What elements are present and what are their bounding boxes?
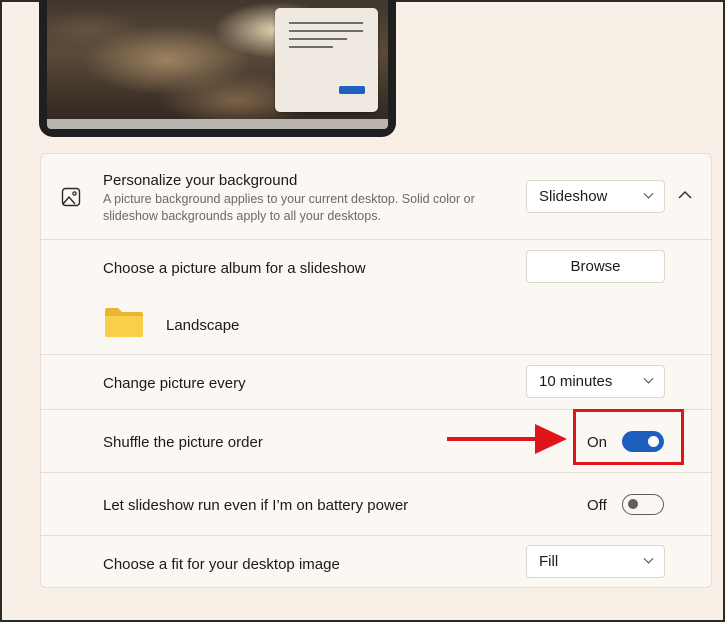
fit-row: Choose a fit for your desktop image Fill (41, 535, 711, 589)
background-type-dropdown[interactable]: Slideshow (526, 180, 665, 213)
chevron-up-icon[interactable] (677, 188, 697, 204)
personalize-description: A picture background applies to your cur… (103, 192, 475, 223)
fit-dropdown[interactable]: Fill (526, 545, 665, 578)
album-label: Choose a picture album for a slideshow (103, 260, 366, 277)
personalize-background-card: Personalize your background A picture ba… (40, 153, 712, 588)
preview-window (275, 8, 378, 112)
preview-wallpaper (47, 0, 388, 129)
battery-state-text: Off (587, 497, 607, 514)
fit-value: Fill (539, 553, 559, 570)
chevron-down-icon (643, 553, 654, 564)
annotation-highlight-box (573, 409, 684, 465)
chevron-down-icon (643, 188, 654, 199)
folder-icon (103, 306, 145, 343)
album-row: Choose a picture album for a slideshow B… (41, 239, 711, 354)
interval-value: 10 minutes (539, 373, 613, 390)
interval-dropdown[interactable]: 10 minutes (526, 365, 665, 398)
fit-label: Choose a fit for your desktop image (103, 556, 340, 573)
annotation-arrow-line (447, 437, 547, 441)
personalize-title: Personalize your background (103, 172, 298, 189)
image-icon (61, 187, 81, 212)
preview-taskbar (47, 119, 388, 129)
interval-row: Change picture every 10 minutes (41, 354, 711, 409)
interval-label: Change picture every (103, 375, 246, 392)
desktop-preview (39, 0, 396, 137)
folder-name: Landscape (166, 317, 240, 334)
annotation-arrow-head (535, 424, 567, 454)
browse-button[interactable]: Browse (526, 250, 665, 283)
chevron-down-icon (643, 373, 654, 384)
toggle-knob (628, 499, 638, 509)
battery-row: Let slideshow run even if I’m on battery… (41, 472, 711, 535)
shuffle-label: Shuffle the picture order (103, 434, 263, 451)
battery-toggle[interactable] (622, 494, 664, 515)
battery-label: Let slideshow run even if I’m on battery… (103, 497, 409, 514)
background-type-value: Slideshow (539, 188, 608, 205)
personalize-header-row[interactable]: Personalize your background A picture ba… (41, 154, 711, 239)
